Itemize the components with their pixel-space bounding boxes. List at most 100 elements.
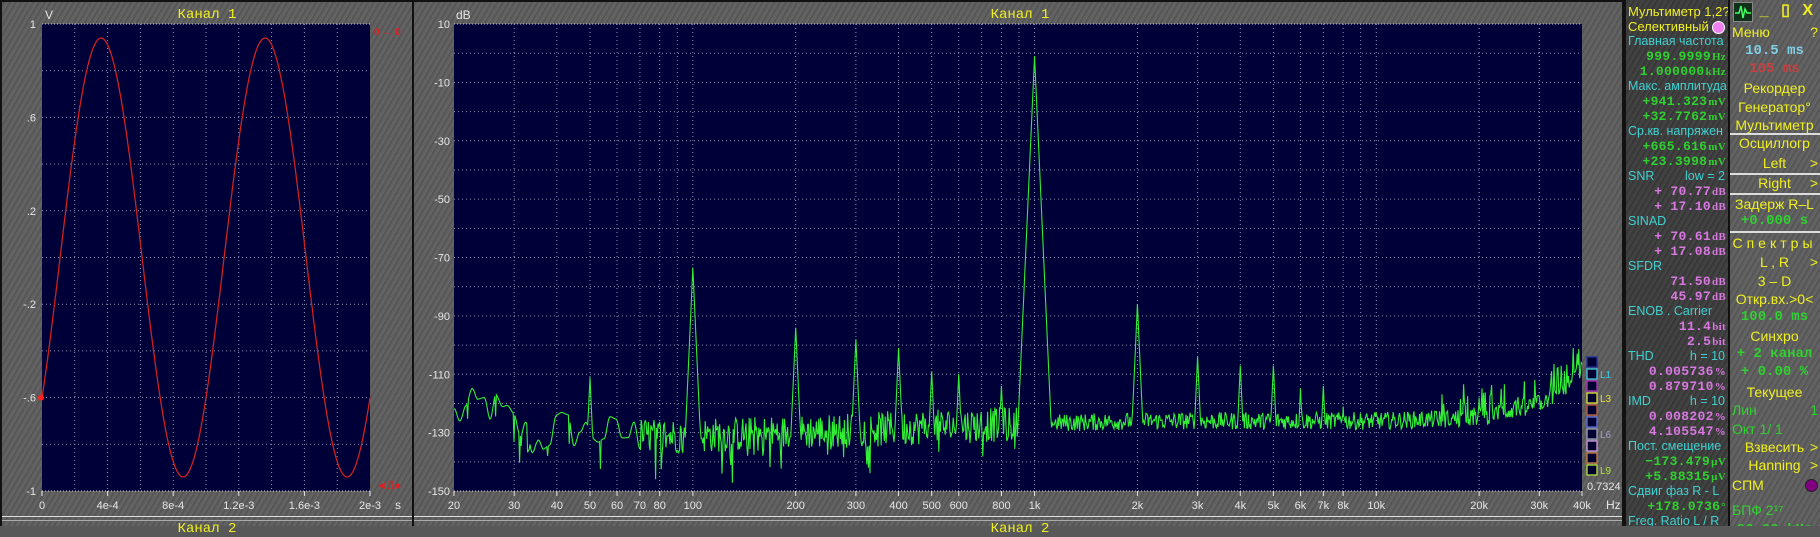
multimeter-row: Главная частота <box>1628 34 1726 49</box>
legend-label: L9 <box>1600 466 1612 477</box>
menu-item-1[interactable]: 10.5 ms <box>1731 42 1818 60</box>
measurement-unit: bit <box>1712 321 1726 333</box>
measurement-value: + 17.10 <box>1654 199 1711 214</box>
menu-item-3[interactable]: Рекордер <box>1731 79 1818 97</box>
y-axis-unit: V <box>45 8 53 22</box>
measurement-label: SNR <box>1628 169 1655 183</box>
app-waveform-icon[interactable] <box>1733 2 1753 22</box>
menu-item-24[interactable]: СПМ <box>1731 476 1818 494</box>
legend-swatch[interactable] <box>1586 452 1598 464</box>
trigger-mode-icons[interactable]: ◄⎍● <box>376 480 401 492</box>
cursor-delta-marker[interactable]: 0 ↔ 0 <box>374 27 401 38</box>
menu-item-5[interactable]: Мультиметр <box>1731 116 1818 134</box>
menu-item-13[interactable]: 3 – D <box>1731 272 1818 290</box>
menu-item-22[interactable]: Взвесить > <box>1731 438 1818 456</box>
x-tick-label: 8e-4 <box>162 500 184 512</box>
multimeter-row: 999.9999Hz <box>1628 49 1726 64</box>
menu-item-9[interactable]: Задерж R–L <box>1731 195 1818 213</box>
legend-swatch[interactable] <box>1586 392 1598 404</box>
spm-indicator-icon[interactable] <box>1805 476 1818 496</box>
multimeter-row: 0.008202% <box>1628 409 1726 424</box>
x-tick-label: 60 <box>611 500 623 512</box>
measurement-label: Сдвиг фаз R - L <box>1628 484 1720 498</box>
menu-item-label: Мультиметр <box>1735 117 1814 133</box>
menu-item-label: БПФ 2¹⁷ <box>1732 502 1784 518</box>
multimeter-title: Селективный <box>1628 19 1709 34</box>
menu-item-21[interactable]: Окт 1/ 1 <box>1731 420 1818 438</box>
menu-item-label: Синхро <box>1750 328 1799 344</box>
y-tick-label: -.6 <box>23 393 36 405</box>
measurement-unit: µV <box>1711 456 1726 468</box>
menu-item-17[interactable]: + 2 канал <box>1731 345 1818 363</box>
measurement-unit: % <box>1714 381 1726 393</box>
legend-swatch[interactable] <box>1586 416 1598 428</box>
spectrum-chart[interactable]: Канал 1 dB Hz 10 -10 -30 -50 -70 -90 -110 -130 -150… <box>414 2 1622 516</box>
measurement-value: +32.7762 <box>1642 109 1708 124</box>
menu-item-label: 96.00 kHz <box>1737 522 1813 526</box>
menu-item-26[interactable]: 96.00 kHz <box>1731 521 1818 526</box>
menu-item-2[interactable]: 105 ms <box>1731 60 1818 78</box>
multimeter-row: + 17.10dB <box>1628 199 1726 214</box>
legend-swatch[interactable] <box>1586 428 1598 440</box>
measurement-unit: mV <box>1708 156 1726 168</box>
menu-item-20[interactable]: Лин 1 <box>1731 401 1818 419</box>
x-tick-label: 20k <box>1470 500 1488 512</box>
measurement-unit: µV <box>1711 471 1726 483</box>
multimeter-row[interactable]: Мультиметр 1,2? <box>1628 4 1728 19</box>
multimeter-row: SINAD <box>1628 214 1726 229</box>
y-tick-label: -1 <box>26 486 36 498</box>
measurement-value: 11.4 <box>1678 319 1712 334</box>
legend-swatch[interactable] <box>1586 356 1598 368</box>
menu-item-16[interactable]: Синхро <box>1731 327 1818 345</box>
y-tick-label: 10 <box>438 19 450 31</box>
multimeter-row: 1.000000kHz <box>1628 64 1726 79</box>
legend-swatch[interactable] <box>1586 404 1598 416</box>
x-tick-label: 20 <box>448 500 460 512</box>
selective-indicator-icon[interactable] <box>1711 21 1725 35</box>
menu-item-12[interactable]: L , R > <box>1731 253 1818 271</box>
menu-item-6[interactable]: Осциллогр <box>1731 134 1818 152</box>
legend-swatch[interactable] <box>1586 464 1598 476</box>
window-controls[interactable]: _ ▯ X <box>1760 0 1817 20</box>
menu-item-19[interactable]: Текущее <box>1731 383 1818 401</box>
legend-swatch[interactable] <box>1586 440 1598 452</box>
menu-item-label: Лин <box>1732 402 1757 418</box>
multimeter-row[interactable]: Селективный <box>1628 19 1726 35</box>
menu-item-14[interactable]: Откр.вх.>0< <box>1731 290 1818 308</box>
menu-item-0[interactable]: Меню? <box>1731 23 1818 41</box>
oscilloscope-chart[interactable]: Канал 1 Vs 1 .6 .2 -.2 -.6 -10 4e-4 8e-4 1.2e-3 1.6… <box>2 2 412 516</box>
multimeter-title: Мультиметр 1,2? <box>1628 4 1730 19</box>
multimeter-row: 0.005736% <box>1628 364 1726 379</box>
menu-item-8[interactable]: Right > <box>1731 174 1818 192</box>
legend-swatch[interactable] <box>1586 380 1598 392</box>
menu-item-7[interactable]: Left > <box>1731 154 1818 172</box>
menu-item-15[interactable]: 100.0 ms <box>1731 308 1818 326</box>
x-tick-label: 300 <box>847 500 865 512</box>
menu-item-23[interactable]: Hanning > <box>1731 456 1818 474</box>
menu-item-label: + 2 канал <box>1736 346 1813 362</box>
multimeter-row: SNR low = 2 <box>1628 169 1726 184</box>
measurement-unit: % <box>1714 366 1726 378</box>
y-tick-label: -10 <box>434 77 450 89</box>
measurement-unit: dB <box>1711 201 1726 213</box>
x-tick-label: 6k <box>1295 500 1307 512</box>
menu-item-4[interactable]: Генератор° <box>1731 98 1818 116</box>
measurement-unit: dB <box>1711 186 1726 198</box>
menu-separator <box>1730 231 1820 233</box>
multimeter-row: + 70.61dB <box>1628 229 1726 244</box>
multimeter-row: 2.5bit <box>1628 334 1726 349</box>
menu-item-11[interactable]: Спектры <box>1731 234 1818 252</box>
multimeter-row: Сдвиг фаз R - L <box>1628 484 1726 499</box>
measurement-label: SFDR <box>1628 259 1663 273</box>
multimeter-row: + 70.77dB <box>1628 184 1726 199</box>
menu-item-10[interactable]: +0.000 s <box>1731 212 1818 230</box>
menu-item-18[interactable]: + 0.00 % <box>1731 363 1818 381</box>
measurement-label: THD <box>1628 349 1654 363</box>
measurement-label: Пост. смещение <box>1628 439 1722 453</box>
multimeter-row: +5.88315µV <box>1628 469 1726 484</box>
menu-item-25[interactable]: БПФ 2¹⁷ <box>1731 501 1818 519</box>
legend-label: L6 <box>1600 430 1612 441</box>
trigger-level-marker[interactable] <box>38 394 44 401</box>
menu-item-label: L , R <box>1759 254 1790 270</box>
legend-swatch[interactable] <box>1586 368 1598 380</box>
